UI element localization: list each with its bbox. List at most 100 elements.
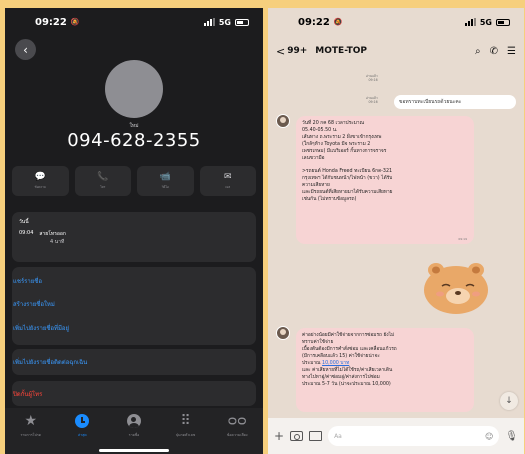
silent-icon: 🔕	[70, 18, 80, 26]
message-line: เลนขวามือ	[302, 155, 325, 161]
call-type: สายโทรออก	[39, 231, 66, 237]
message-line: และ ค่าเสียหายที่ไม่ได้ใช้รถ/ค่าเสียเวลา…	[302, 367, 393, 373]
phone-icon: 📞	[97, 171, 109, 182]
tab-recents[interactable]: ล่าสุด	[57, 408, 109, 454]
scroll-down-button[interactable]: ↓	[500, 392, 518, 410]
emoji-icon[interactable]: ☺	[485, 432, 493, 441]
create-contact-link[interactable]: สร้างรายชื่อใหม่	[13, 299, 55, 309]
star-icon: ★	[24, 413, 38, 429]
tab-label: ล่าสุด	[78, 433, 87, 437]
battery-icon	[496, 18, 510, 26]
recent-calls-card: วันนี้ 09:04 สายโทรออก 4 นาที	[12, 212, 256, 262]
message-line: ทราบค่าใช้จ่าย	[302, 339, 334, 345]
message-time: 09:19	[458, 236, 467, 241]
message-button[interactable]: 💬 ข้อความ	[12, 166, 69, 196]
message-line: ทางไปหาอู่/ค่าซ่อมอู่/ค่าส่งการไปซ่อม	[302, 374, 380, 380]
action-label: โทร	[100, 184, 106, 189]
keypad-icon: ⠿	[180, 413, 191, 429]
voicemail-icon: ᴑᴑ	[227, 413, 247, 429]
message-line: ประมาณ 5-7 วัน (น่าจะประมาณ 10,000)	[302, 381, 391, 387]
unread-count[interactable]: 99+	[287, 46, 307, 56]
home-indicator	[99, 449, 169, 452]
read-time: 09:16	[368, 78, 378, 83]
tab-bar: ★ รายการโปรด ล่าสุด รายชื่อ ⠿ ปุ่มกดตัวเลข…	[5, 408, 263, 454]
back-button[interactable]: ‹	[15, 39, 36, 60]
block-caller-link[interactable]: ปิดกั้นผู้โทร	[13, 389, 42, 399]
action-buttons: 💬 ข้อความ 📞 โทร 📹 วิดีโอ ✉ เมล	[12, 166, 256, 196]
bear-sticker[interactable]	[416, 256, 494, 318]
message-line: กรุงเทพฯ ได้กับชนหน้า/ไฟหน้า (ขวา) ได้รั…	[302, 175, 393, 181]
outgoing-message: ขอทราบทะเบียนรถด้วยนะคะ	[394, 95, 516, 109]
message-input-bar: + Aa ☺ 🎙	[268, 418, 524, 454]
image-icon[interactable]	[309, 431, 323, 441]
share-contact-link[interactable]: แชร์รายชื่อ	[13, 276, 42, 286]
camera-icon[interactable]	[290, 431, 304, 441]
message-line: >รถยนต์ Honda Freed ทะเบียน 6กด-321	[302, 168, 393, 174]
message-line: ความเสียหาย	[302, 182, 330, 188]
tab-voicemail[interactable]: ᴑᴑ ข้อความเสียง	[211, 408, 263, 454]
plus-icon[interactable]: +	[274, 429, 284, 443]
phone-number: 094-628-2355	[67, 130, 201, 151]
message-line: ประมาณ	[302, 360, 321, 366]
tab-label: ปุ่มกดตัวเลข	[175, 433, 196, 437]
status-time: 09:22	[35, 16, 67, 28]
call-time: 09:04	[19, 230, 34, 236]
add-emergency-link[interactable]: เพิ่มไปยังรายชื่อติดต่อฉุกเฉิน	[13, 357, 87, 367]
contact-label: ใหม่	[129, 123, 139, 129]
message-line: เช่นกัน (ไม่ทราบข้อมูลรถ)	[302, 196, 357, 202]
action-label: เมล	[225, 184, 231, 189]
chat-header: < 99+ MOTE-TOP ⌕ ✆ ☰	[268, 40, 524, 62]
recent-date: วันนี้	[19, 219, 29, 225]
block-card	[12, 381, 256, 406]
message-line: (ใกล้ๆห้าง Toyota มีจ พระราม 2	[302, 141, 371, 147]
tab-contacts[interactable]: รายชื่อ	[108, 408, 160, 454]
message-line: และมีรถยนต์ที่เสียหายมาได้รับความเสียหาย	[302, 189, 393, 195]
signal-icon	[464, 18, 476, 26]
incoming-message-1: วันที่ 20 กค 68 เวลาประมาณ 05.40-05.50 น…	[296, 116, 474, 244]
back-button[interactable]: <	[276, 45, 285, 58]
status-time: 09:22	[298, 16, 330, 28]
avatar	[105, 60, 163, 118]
incoming-message-2: ค่าอย่างน้อยมีค่าใช้จ่ายจากการซ่อมรถ ยัง…	[296, 328, 474, 412]
clock-icon	[75, 414, 90, 428]
menu-icon[interactable]: ☰	[507, 46, 516, 57]
network-label: 5G	[479, 17, 492, 27]
read-receipt: อ่านแล้ว 09:16	[366, 74, 378, 82]
message-input[interactable]: Aa ☺	[328, 426, 500, 446]
read-receipt: อ่านแล้ว 09:16	[366, 96, 378, 104]
mail-button[interactable]: ✉ เมล	[199, 166, 256, 196]
silent-icon: 🔕	[333, 18, 343, 26]
add-to-existing-link[interactable]: เพิ่มไปยังรายชื่อที่มีอยู่	[13, 323, 69, 333]
phone-app-screen: 09:22 🔕 5G ‹ ใหม่ 094-628-2355 💬 ข้อความ 📞…	[5, 8, 263, 454]
amount-link[interactable]: 10,000 บาท	[322, 361, 349, 366]
signal-icon	[203, 18, 215, 26]
message-icon: 💬	[34, 171, 46, 182]
call-duration: 4 นาที	[50, 239, 65, 245]
tab-favorites[interactable]: ★ รายการโปรด	[5, 408, 57, 454]
tab-keypad[interactable]: ⠿ ปุ่มกดตัวเลข	[160, 408, 212, 454]
message-line: เส้นทาง ถ.พระราม 2 ฝั่งขาเข้ากรุงเทพ	[302, 134, 382, 140]
action-label: ข้อความ	[34, 184, 46, 189]
battery-icon	[235, 18, 249, 26]
sender-avatar	[276, 326, 290, 340]
video-button[interactable]: 📹 วิดีโอ	[137, 166, 194, 196]
chat-app-screen: 09:22 🔕 5G < 99+ MOTE-TOP ⌕ ✆ ☰ อ่านแล้ว …	[268, 8, 524, 454]
message-line: (มีการเคลือบแล้ว 15) ค่าใช้จ่ายน่าจะ	[302, 353, 380, 359]
tab-label: ข้อความเสียง	[226, 433, 248, 437]
action-label: วิดีโอ	[161, 184, 169, 189]
input-placeholder: Aa	[334, 432, 342, 440]
status-bar: 09:22 🔕 5G	[5, 8, 263, 36]
phone-icon[interactable]: ✆	[490, 46, 498, 57]
video-icon: 📹	[159, 171, 171, 182]
microphone-icon[interactable]: 🎙	[505, 431, 518, 442]
recent-call-row: 09:04 สายโทรออก	[19, 230, 66, 238]
contacts-icon	[126, 414, 141, 428]
call-button[interactable]: 📞 โทร	[74, 166, 131, 196]
search-icon[interactable]: ⌕	[475, 46, 481, 57]
message-line: วันที่ 20 กค 68 เวลาประมาณ	[302, 121, 365, 126]
tab-label: รายการโปรด	[20, 433, 42, 437]
mail-icon: ✉	[223, 171, 232, 182]
message-line: เพชรเกษม) มีแบริเออร์ กั้นทางการจราจร	[302, 148, 387, 154]
chevron-left-icon: ‹	[23, 42, 28, 57]
sender-avatar	[276, 114, 290, 128]
